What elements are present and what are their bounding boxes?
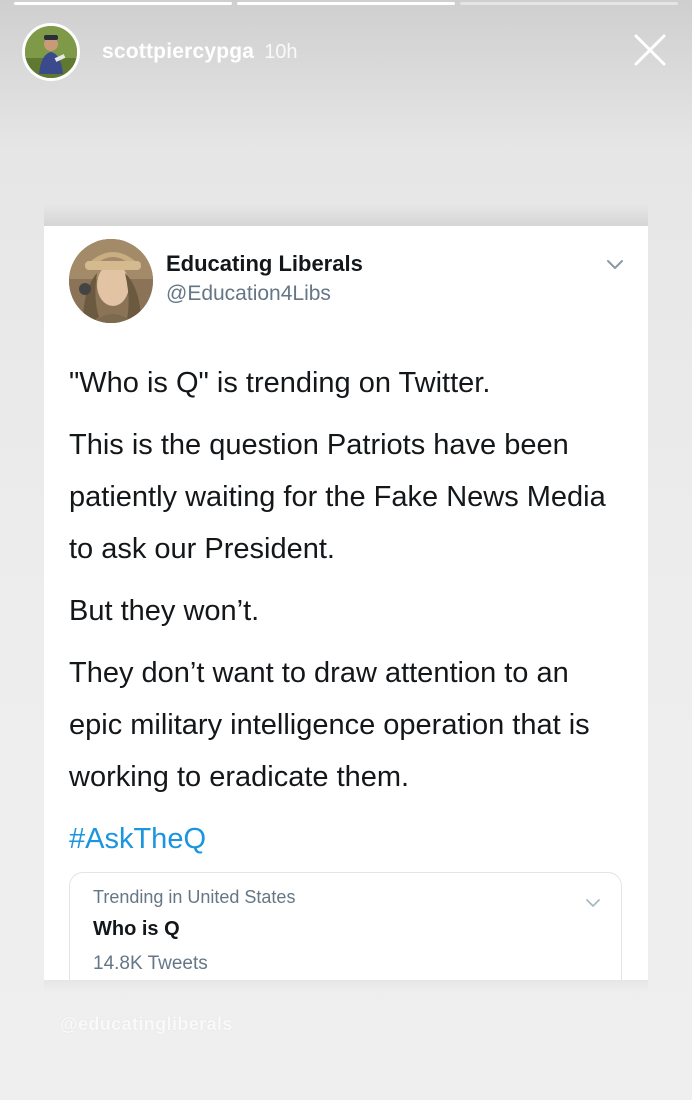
story-avatar-image <box>25 26 77 78</box>
close-icon <box>634 34 666 66</box>
tweet-paragraph: This is the question Patriots have been … <box>69 429 606 565</box>
watermark-text: @educatingliberals <box>60 1014 233 1034</box>
tweet-paragraph: But they won’t. <box>69 595 260 627</box>
story-progress-bars <box>14 2 678 5</box>
story-timestamp: 10h <box>264 41 298 63</box>
tweet-avatar-image <box>69 239 153 323</box>
story-avatar[interactable] <box>22 23 80 81</box>
story-progress-fill <box>14 2 232 5</box>
trend-title: Who is Q <box>93 918 180 940</box>
close-button[interactable] <box>628 28 672 72</box>
story-progress-bar <box>14 2 232 5</box>
tweet-display-name[interactable]: Educating Liberals <box>166 251 363 277</box>
story-header: scottpiercypga 10h <box>22 23 672 81</box>
card-top-shadow <box>44 204 648 226</box>
story-user-info: scottpiercypga 10h <box>102 40 298 64</box>
tweet-paragraph: "Who is Q" is trending on Twitter. <box>69 367 491 399</box>
tweet-menu-button[interactable] <box>606 258 624 270</box>
tweet-card: Educating Liberals @Education4Libs "Who … <box>44 226 648 980</box>
trend-tweet-count: 14.8K Tweets <box>93 953 208 974</box>
story-progress-bar <box>460 2 678 5</box>
tweet-paragraph: They don’t want to draw attention to an … <box>69 657 590 793</box>
trend-menu-button[interactable] <box>585 896 601 907</box>
tweet-handle[interactable]: @Education4Libs <box>166 282 331 306</box>
card-bottom-shadow <box>44 980 648 992</box>
story-progress-fill <box>237 2 455 5</box>
story-username[interactable]: scottpiercypga <box>102 40 254 64</box>
tweet-avatar[interactable] <box>69 239 153 323</box>
trend-card[interactable]: Trending in United States Who is Q 14.8K… <box>69 872 622 980</box>
tweet-text: "Who is Q" is trending on Twitter. This … <box>69 357 628 865</box>
trend-location-label: Trending in United States <box>93 887 296 907</box>
chevron-down-icon <box>607 260 623 269</box>
chevron-down-icon <box>586 899 600 907</box>
hashtag-link[interactable]: #AskTheQ <box>69 813 628 865</box>
story-progress-bar <box>237 2 455 5</box>
